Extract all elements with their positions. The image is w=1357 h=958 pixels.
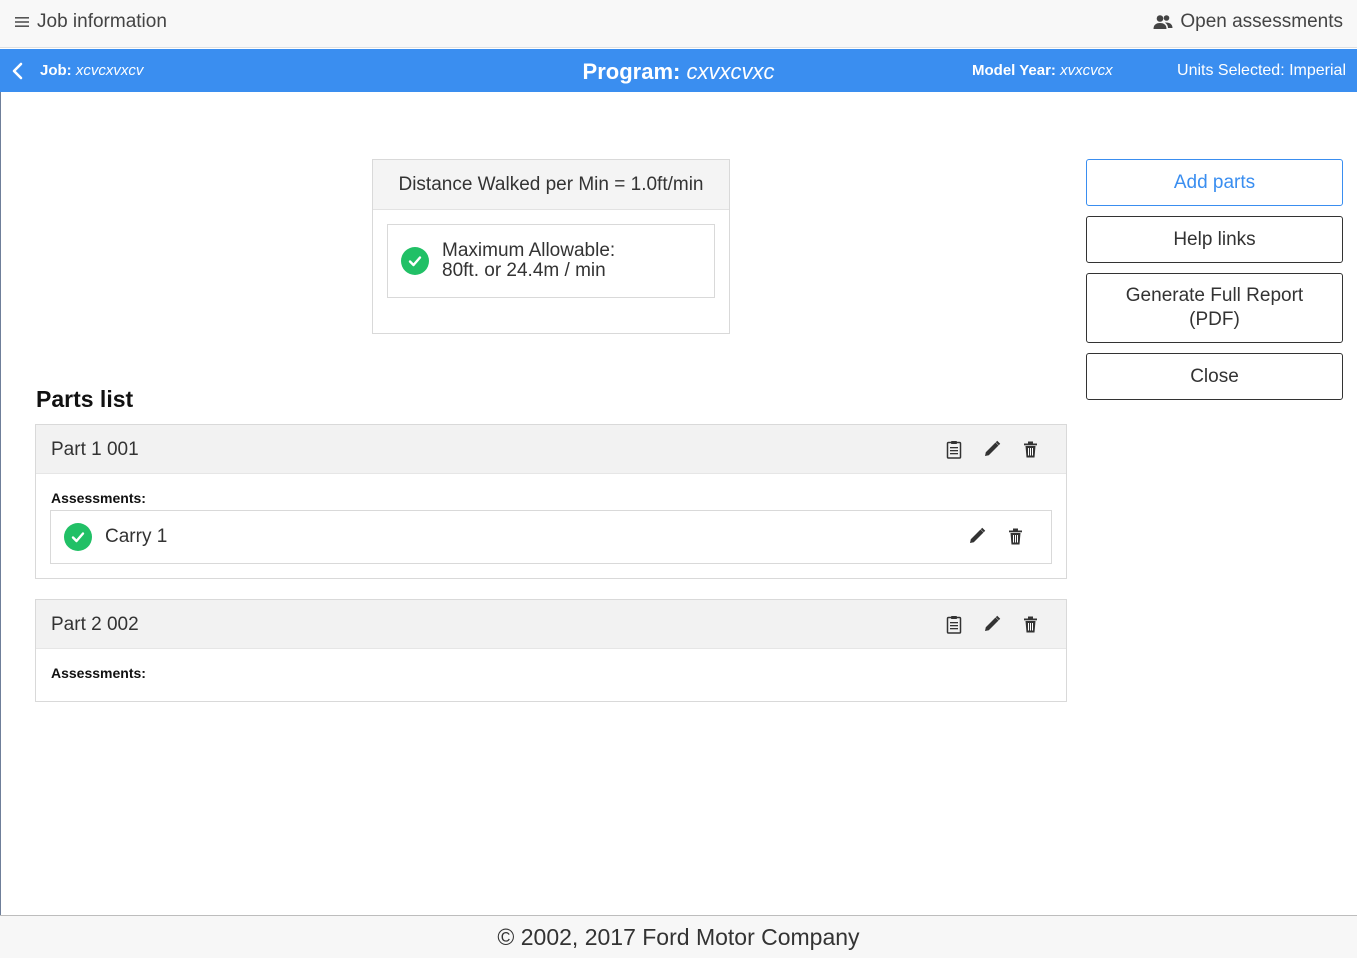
top-bar: Job information Open assessments: [0, 0, 1357, 48]
assessment-actions: [967, 526, 1025, 546]
job-label: Job:: [40, 62, 72, 79]
job-info: Job: xcvcxvxcv: [40, 62, 143, 79]
model-year-label: Model Year:: [972, 62, 1056, 79]
pencil-icon[interactable]: [967, 526, 987, 546]
users-icon: [1153, 12, 1173, 32]
program-value: cxvxcvxc: [686, 59, 775, 84]
part-header: Part 2 002: [36, 600, 1066, 649]
parts-list-title: Parts list: [36, 386, 134, 412]
check-circle-icon: [64, 523, 92, 551]
model-year-info: Model Year: xvxcvcx: [972, 62, 1113, 79]
part-actions: [944, 614, 1040, 634]
part-name: Part 2 002: [51, 614, 139, 635]
program-title: Program: cxvxcvxc: [0, 59, 1357, 85]
trash-icon[interactable]: [1020, 614, 1040, 634]
part-actions: [944, 439, 1040, 459]
maximum-allowable-line1: Maximum Allowable:: [442, 240, 616, 261]
help-links-button[interactable]: Help links: [1086, 216, 1343, 263]
assessment-item[interactable]: Carry 1: [50, 510, 1052, 564]
open-assessments-label: Open assessments: [1180, 11, 1343, 32]
program-header-bar: Job: xcvcxvxcv Program: cxvxcvxc Model Y…: [0, 49, 1357, 92]
check-circle-icon: [401, 247, 429, 275]
part-card: Part 2 002 Assessments:: [35, 599, 1067, 702]
generate-report-format: (PDF): [1189, 309, 1240, 330]
pencil-icon[interactable]: [982, 439, 1002, 459]
generate-report-label: Generate Full Report: [1125, 285, 1304, 306]
job-information-label: Job information: [37, 11, 167, 32]
footer-copyright: © 2002, 2017 Ford Motor Company: [0, 915, 1357, 958]
model-year-value: xvxcvcx: [1060, 62, 1113, 79]
distance-walked-card: Distance Walked per Min = 1.0ft/min Maxi…: [372, 159, 730, 334]
part-header: Part 1 001: [36, 425, 1066, 474]
part-card: Part 1 001 Assessments: Carry 1: [35, 424, 1067, 579]
assessments-label: Assessments:: [51, 490, 146, 506]
job-information-button[interactable]: Job information: [14, 9, 167, 35]
clipboard-icon[interactable]: [944, 439, 964, 459]
units-selected: Units Selected: Imperial: [1177, 62, 1346, 79]
maximum-allowable-line2: 80ft. or 24.4m / min: [442, 260, 606, 281]
hamburger-icon: [14, 14, 30, 30]
generate-report-button[interactable]: Generate Full Report (PDF): [1086, 273, 1343, 343]
close-button[interactable]: Close: [1086, 353, 1343, 400]
trash-icon[interactable]: [1020, 439, 1040, 459]
distance-walked-title: Distance Walked per Min = 1.0ft/min: [373, 160, 729, 210]
chevron-left-icon[interactable]: [8, 61, 28, 81]
open-assessments-button[interactable]: Open assessments: [1153, 9, 1343, 35]
part-name: Part 1 001: [51, 439, 139, 460]
job-value: xcvcxvxcv: [75, 62, 144, 79]
maximum-allowable-text: Maximum Allowable: 80ft. or 24.4m / min: [442, 241, 615, 281]
clipboard-icon[interactable]: [944, 614, 964, 634]
assessment-name: Carry 1: [105, 526, 168, 547]
program-label: Program:: [582, 59, 681, 84]
left-divider: [0, 92, 1, 915]
add-parts-button[interactable]: Add parts: [1086, 159, 1343, 206]
pencil-icon[interactable]: [982, 614, 1002, 634]
maximum-allowable-box: Maximum Allowable: 80ft. or 24.4m / min: [387, 224, 715, 298]
trash-icon[interactable]: [1005, 526, 1025, 546]
assessments-label: Assessments:: [51, 665, 146, 681]
